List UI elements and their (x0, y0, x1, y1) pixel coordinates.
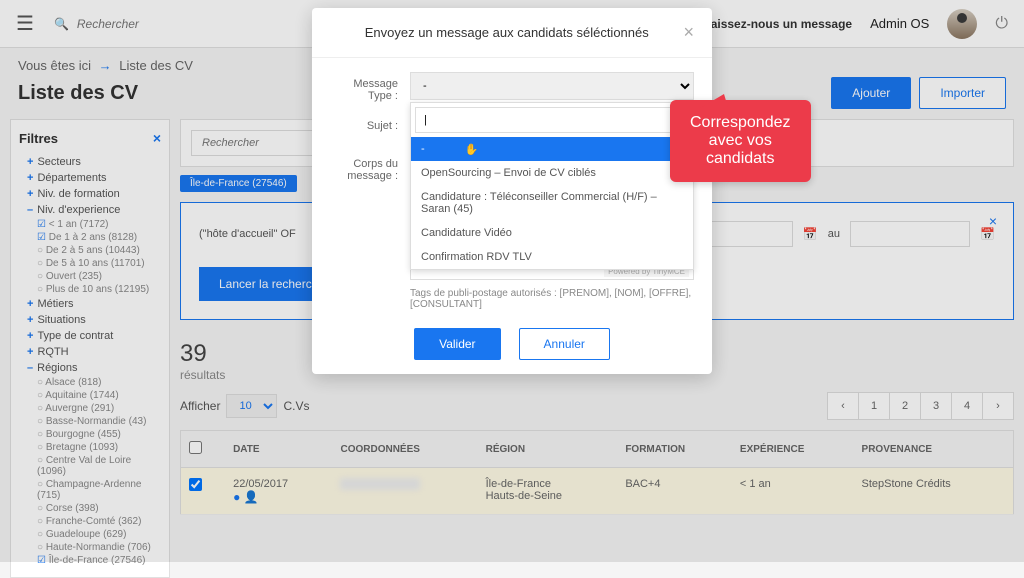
dropdown-option[interactable]: Confirmation RDV TLV (411, 245, 693, 269)
dropdown-option[interactable]: Candidature : Téléconseiller Commercial … (411, 185, 693, 221)
merge-tags-note: Tags de publi-postage autorisés : [PRENO… (410, 288, 694, 310)
dropdown-option[interactable]: - ✋ (411, 137, 693, 161)
cancel-button[interactable]: Annuler (519, 328, 610, 360)
cursor-icon: ✋ (465, 143, 479, 156)
label-body: Corps du message : (330, 152, 410, 310)
close-icon[interactable]: × (683, 22, 694, 43)
dropdown-option[interactable]: OpenSourcing – Envoi de CV ciblés (411, 161, 693, 185)
dropdown-option[interactable]: Candidature Vidéo (411, 221, 693, 245)
dropdown-search-input[interactable] (415, 107, 697, 133)
modal-backdrop[interactable]: Envoyez un message aux candidats sélécti… (0, 0, 1024, 562)
label-subject: Sujet : (330, 114, 410, 140)
label-message-type: Message Type : (330, 72, 410, 102)
message-type-dropdown: - ✋OpenSourcing – Envoi de CV ciblésCand… (410, 102, 694, 270)
send-message-modal: Envoyez un message aux candidats sélécti… (312, 8, 712, 374)
callout-bubble: Correspondez avec vos candidats (670, 100, 811, 182)
validate-button[interactable]: Valider (414, 328, 500, 360)
message-type-select[interactable]: - (410, 72, 694, 100)
modal-title: Envoyez un message aux candidats sélécti… (330, 25, 683, 40)
